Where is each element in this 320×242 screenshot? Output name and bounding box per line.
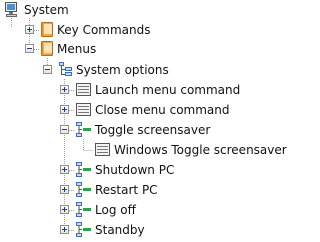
expand-icon[interactable] (60, 105, 69, 114)
command-icon (75, 101, 92, 118)
tree-node-restart-pc[interactable]: Restart PC (0, 180, 276, 200)
tree-node-standby[interactable]: Standby (0, 220, 276, 240)
computer-icon (3, 1, 20, 18)
tree-node-key-commands[interactable]: Key Commands (0, 20, 276, 40)
tree-node-label: Restart PC (95, 183, 158, 197)
command-icon (94, 141, 111, 158)
tree-node-label: Toggle screensaver (95, 123, 211, 137)
folder-icon (39, 21, 56, 38)
expand-icon[interactable] (60, 225, 69, 234)
tree-node-log-off[interactable]: Log off (0, 200, 276, 220)
tree-node-toggle-screensaver[interactable]: Toggle screensaver (0, 120, 276, 140)
expand-icon[interactable] (60, 165, 69, 174)
expand-icon[interactable] (60, 205, 69, 214)
command-icon (75, 81, 92, 98)
tree-node-close-menu-command[interactable]: Close menu command (0, 100, 276, 120)
tree-node-label: Key Commands (57, 23, 151, 37)
tree-node-label: Log off (95, 203, 136, 217)
tree-node-label: System options (76, 63, 169, 77)
tree-node-shutdown-pc[interactable]: Shutdown PC (0, 160, 276, 180)
menu-tree-icon (57, 61, 74, 78)
tree-node-label: System (24, 3, 69, 17)
tree-node-label: Standby (95, 223, 145, 237)
menu-item-icon (75, 121, 92, 138)
menu-item-icon (75, 201, 92, 218)
expand-icon[interactable] (60, 185, 69, 194)
collapse-icon[interactable] (60, 125, 69, 134)
tree-view[interactable]: System Key Commands Menus System options… (0, 0, 287, 242)
menu-item-icon (75, 181, 92, 198)
tree-node-menus[interactable]: Menus (0, 39, 276, 59)
tree-node-system-options[interactable]: System options (0, 60, 276, 80)
tree-node-system[interactable]: System (0, 0, 276, 20)
tree-node-label: Menus (57, 42, 97, 56)
tree-node-label: Shutdown PC (95, 163, 175, 177)
tree-node-label: Launch menu command (95, 83, 241, 97)
menu-item-icon (75, 221, 92, 238)
tree-node-label: Close menu command (95, 103, 230, 117)
menu-item-icon (75, 161, 92, 178)
expand-icon[interactable] (25, 25, 34, 34)
tree-node-label: Windows Toggle screensaver (114, 143, 287, 157)
folder-icon (39, 40, 56, 57)
collapse-icon[interactable] (25, 44, 34, 53)
expand-icon[interactable] (60, 85, 69, 94)
collapse-icon[interactable] (43, 65, 52, 74)
tree-node-launch-menu-command[interactable]: Launch menu command (0, 80, 276, 100)
tree-node-windows-toggle-screensaver[interactable]: Windows Toggle screensaver (0, 140, 287, 160)
